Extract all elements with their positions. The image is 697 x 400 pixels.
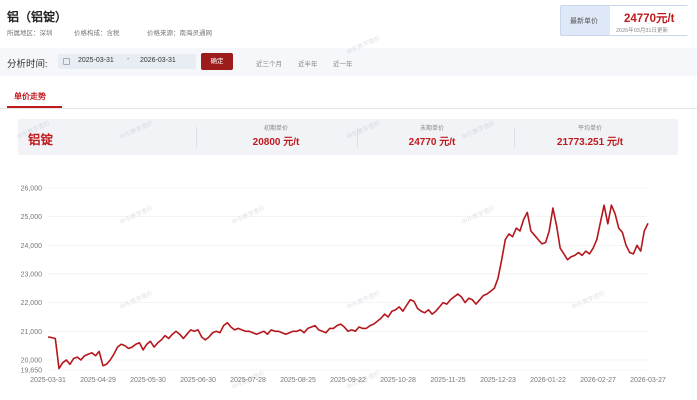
- x-tick-label: 2025-11-25: [430, 377, 465, 384]
- quick-half-year[interactable]: 近半年: [298, 58, 318, 68]
- date-range-picker[interactable]: 2025-03-31 - 2026-03-31: [58, 54, 196, 69]
- quick-one-year[interactable]: 近一年: [333, 58, 353, 68]
- y-tick-label: 26,000: [21, 186, 43, 193]
- y-tick-label: 23,000: [21, 271, 43, 278]
- region-text: 所属地区：深圳: [7, 30, 53, 37]
- start-date[interactable]: 2025-03-31: [78, 57, 114, 64]
- x-tick-label: 2025-09-22: [330, 377, 366, 384]
- date-separator: -: [127, 56, 130, 63]
- latest-price-panel: 24770元/t 2026年03月31日更新: [610, 6, 689, 35]
- y-tick-label: 24,000: [21, 243, 43, 250]
- x-tick-label: 2026-01-22: [530, 377, 566, 384]
- calendar-icon: [63, 58, 70, 65]
- x-tick-label: 2025-08-25: [280, 377, 316, 384]
- latest-price-value: 24770元/t: [624, 13, 675, 25]
- latest-price-box: 最新单价 24770元/t 2026年03月31日更新: [560, 5, 689, 36]
- initial-price-value: 20800 元/t: [252, 137, 300, 148]
- average-price-label: 平均单价: [577, 126, 602, 132]
- material-title: 铝（铝锭）: [7, 10, 68, 24]
- confirm-button[interactable]: 确定: [201, 53, 233, 70]
- y-tick-label: 25,000: [21, 214, 43, 221]
- average-price-value: 21773.251 元/t: [556, 137, 624, 148]
- y-tick-label: 21,000: [21, 329, 43, 336]
- x-tick-label: 2026-03-27: [630, 377, 666, 384]
- analysis-time-label: 分析时间:: [7, 59, 48, 70]
- x-tick-label: 2025-07-28: [230, 377, 266, 384]
- x-tick-label: 2025-05-30: [130, 377, 166, 384]
- quick-three-months[interactable]: 近三个月: [256, 58, 282, 68]
- latest-price-label: 最新单价: [570, 18, 598, 25]
- y-tick-label: 22,000: [21, 300, 43, 307]
- x-tick-label: 2025-12-23: [480, 377, 516, 384]
- x-tick-label: 2025-10-28: [380, 377, 416, 384]
- summary-divider: [514, 127, 515, 147]
- x-tick-label: 2025-03-31: [30, 377, 66, 384]
- initial-price-stat: 初期单价 20800 元/t: [216, 123, 336, 148]
- tab-price-trend[interactable]: 单价走势: [14, 91, 46, 102]
- summary-divider: [196, 127, 197, 147]
- x-tick-label: 2026-02-27: [580, 377, 616, 384]
- average-price-stat: 平均单价 21773.251 元/t: [530, 123, 650, 148]
- y-tick-label: 19,650: [21, 368, 43, 375]
- price-basis-text: 价格构成：含税: [74, 30, 120, 37]
- x-axis-ticks: 2025-03-31 2025-04-29 2025-05-30 2025-06-30…: [30, 377, 666, 384]
- tab-divider: [0, 108, 697, 109]
- x-tick-label: 2025-04-29: [80, 377, 116, 384]
- price-source-text: 价格来源：南海灵通网: [147, 30, 212, 37]
- price-series-line: [47, 204, 649, 370]
- price-trend-chart: 19,650 20,000 21,000 22,000 23,000 24,000 25,0…: [21, 186, 666, 385]
- initial-price-label: 初期单价: [263, 126, 288, 132]
- y-axis-ticks: 19,650 20,000 21,000 22,000 23,000 24,000 25,0…: [21, 186, 43, 375]
- x-tick-label: 2025-06-30: [180, 377, 216, 384]
- end-date[interactable]: 2026-03-31: [140, 57, 176, 64]
- latest-price-date: 2026年03月31日更新: [616, 28, 668, 34]
- y-tick-label: 20,000: [21, 357, 43, 364]
- page-header: 铝（铝锭） 所属地区：深圳 价格构成：含税 价格来源：南海灵通网 最新单价 24…: [0, 0, 697, 46]
